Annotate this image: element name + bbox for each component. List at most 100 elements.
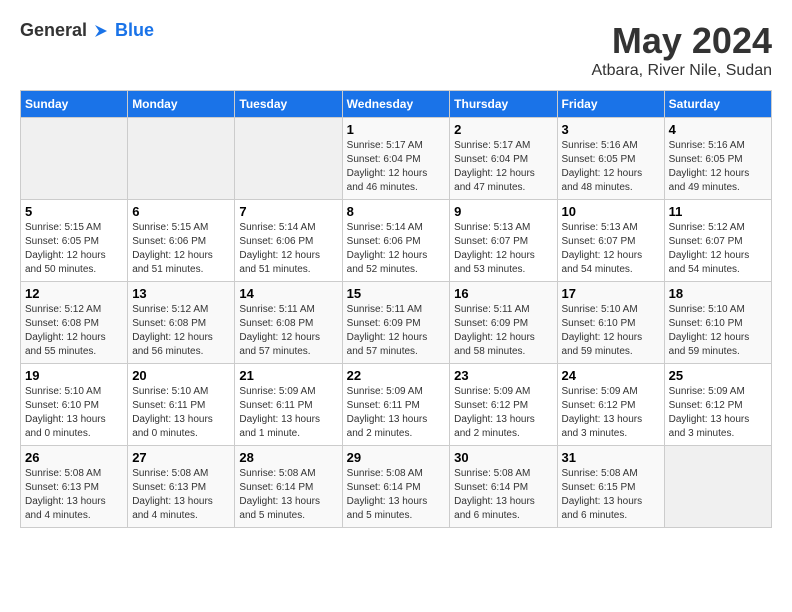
- day-info: Sunrise: 5:15 AM Sunset: 6:06 PM Dayligh…: [132, 221, 230, 277]
- table-row: 12 Sunrise: 5:12 AM Sunset: 6:08 PM Dayli…: [21, 282, 128, 364]
- table-row: 19 Sunrise: 5:10 AM Sunset: 6:10 PM Dayli…: [21, 364, 128, 446]
- day-number: 19: [25, 368, 123, 383]
- day-info: Sunrise: 5:08 AM Sunset: 6:14 PM Dayligh…: [454, 467, 552, 523]
- calendar-week-row: 5 Sunrise: 5:15 AM Sunset: 6:05 PM Daylig…: [21, 200, 772, 282]
- table-row: 6 Sunrise: 5:15 AM Sunset: 6:06 PM Daylig…: [128, 200, 235, 282]
- day-info: Sunrise: 5:17 AM Sunset: 6:04 PM Dayligh…: [347, 139, 446, 195]
- table-row: 30 Sunrise: 5:08 AM Sunset: 6:14 PM Dayli…: [450, 446, 557, 528]
- title-area: May 2024 Atbara, River Nile, Sudan: [591, 20, 772, 80]
- day-number: 27: [132, 450, 230, 465]
- day-info: Sunrise: 5:11 AM Sunset: 6:08 PM Dayligh…: [239, 303, 337, 359]
- table-row: [664, 446, 771, 528]
- day-number: 6: [132, 204, 230, 219]
- day-number: 20: [132, 368, 230, 383]
- day-info: Sunrise: 5:08 AM Sunset: 6:15 PM Dayligh…: [562, 467, 660, 523]
- day-number: 26: [25, 450, 123, 465]
- table-row: 17 Sunrise: 5:10 AM Sunset: 6:10 PM Dayli…: [557, 282, 664, 364]
- header-saturday: Saturday: [664, 91, 771, 118]
- day-number: 10: [562, 204, 660, 219]
- day-number: 28: [239, 450, 337, 465]
- table-row: 10Sunrise: 5:13 AM Sunset: 6:07 PM Dayli…: [557, 200, 664, 282]
- day-number: 24: [562, 368, 660, 383]
- table-row: 20 Sunrise: 5:10 AM Sunset: 6:11 PM Dayli…: [128, 364, 235, 446]
- calendar-week-row: 12 Sunrise: 5:12 AM Sunset: 6:08 PM Dayli…: [21, 282, 772, 364]
- table-row: 22 Sunrise: 5:09 AM Sunset: 6:11 PM Dayli…: [342, 364, 450, 446]
- day-info: Sunrise: 5:17 AM Sunset: 6:04 PM Dayligh…: [454, 139, 552, 195]
- table-row: [21, 118, 128, 200]
- table-row: 11Sunrise: 5:12 AM Sunset: 6:07 PM Dayli…: [664, 200, 771, 282]
- logo-blue-text: Blue: [115, 20, 154, 41]
- weekday-header-row: Sunday Monday Tuesday Wednesday Thursday…: [21, 91, 772, 118]
- day-info: Sunrise: 5:16 AM Sunset: 6:05 PM Dayligh…: [669, 139, 767, 195]
- day-info: Sunrise: 5:09 AM Sunset: 6:11 PM Dayligh…: [347, 385, 446, 441]
- header-friday: Friday: [557, 91, 664, 118]
- table-row: 31 Sunrise: 5:08 AM Sunset: 6:15 PM Dayli…: [557, 446, 664, 528]
- header: General Blue May 2024 Atbara, River Nile…: [20, 20, 772, 80]
- table-row: 26Sunrise: 5:08 AM Sunset: 6:13 PM Dayli…: [21, 446, 128, 528]
- table-row: 13Sunrise: 5:12 AM Sunset: 6:08 PM Dayli…: [128, 282, 235, 364]
- day-number: 12: [25, 286, 123, 301]
- day-number: 23: [454, 368, 552, 383]
- day-info: Sunrise: 5:10 AM Sunset: 6:10 PM Dayligh…: [25, 385, 123, 441]
- day-info: Sunrise: 5:12 AM Sunset: 6:08 PM Dayligh…: [132, 303, 230, 359]
- calendar-subtitle: Atbara, River Nile, Sudan: [591, 62, 772, 80]
- day-number: 22: [347, 368, 446, 383]
- header-sunday: Sunday: [21, 91, 128, 118]
- day-number: 1: [347, 122, 446, 137]
- day-info: Sunrise: 5:11 AM Sunset: 6:09 PM Dayligh…: [347, 303, 446, 359]
- table-row: 24 Sunrise: 5:09 AM Sunset: 6:12 PM Dayli…: [557, 364, 664, 446]
- table-row: 15Sunrise: 5:11 AM Sunset: 6:09 PM Dayli…: [342, 282, 450, 364]
- day-number: 17: [562, 286, 660, 301]
- day-info: Sunrise: 5:10 AM Sunset: 6:11 PM Dayligh…: [132, 385, 230, 441]
- table-row: 9Sunrise: 5:13 AM Sunset: 6:07 PM Daylig…: [450, 200, 557, 282]
- table-row: 27 Sunrise: 5:08 AM Sunset: 6:13 PM Dayli…: [128, 446, 235, 528]
- table-row: 5 Sunrise: 5:15 AM Sunset: 6:05 PM Daylig…: [21, 200, 128, 282]
- calendar-table: Sunday Monday Tuesday Wednesday Thursday…: [20, 90, 772, 528]
- table-row: 23 Sunrise: 5:09 AM Sunset: 6:12 PM Dayli…: [450, 364, 557, 446]
- calendar-week-row: 26 Sunrise: 5:08 AM Sunset: 6:13 PM Dayli…: [21, 446, 772, 528]
- table-row: 3 Sunrise: 5:16 AM Sunset: 6:05 PM Daylig…: [557, 118, 664, 200]
- table-row: 16 Sunrise: 5:11 AM Sunset: 6:09 PM Dayli…: [450, 282, 557, 364]
- day-info: Sunrise: 5:16 AM Sunset: 6:05 PM Dayligh…: [562, 139, 660, 195]
- day-info: Sunrise: 5:09 AM Sunset: 6:11 PM Dayligh…: [239, 385, 337, 441]
- day-info: Sunrise: 5:15 AM Sunset: 6:05 PM Dayligh…: [25, 221, 123, 277]
- table-row: 25Sunrise: 5:09 AM Sunset: 6:12 PM Dayli…: [664, 364, 771, 446]
- day-info: Sunrise: 5:10 AM Sunset: 6:10 PM Dayligh…: [562, 303, 660, 359]
- day-number: 8: [347, 204, 446, 219]
- header-wednesday: Wednesday: [342, 91, 450, 118]
- day-number: 7: [239, 204, 337, 219]
- day-number: 3: [562, 122, 660, 137]
- table-row: 7 Sunrise: 5:14 AM Sunset: 6:06 PM Daylig…: [235, 200, 342, 282]
- day-info: Sunrise: 5:09 AM Sunset: 6:12 PM Dayligh…: [562, 385, 660, 441]
- table-row: 18Sunrise: 5:10 AM Sunset: 6:10 PM Dayli…: [664, 282, 771, 364]
- day-info: Sunrise: 5:09 AM Sunset: 6:12 PM Dayligh…: [454, 385, 552, 441]
- day-number: 18: [669, 286, 767, 301]
- day-number: 21: [239, 368, 337, 383]
- table-row: [235, 118, 342, 200]
- day-number: 25: [669, 368, 767, 383]
- day-info: Sunrise: 5:08 AM Sunset: 6:14 PM Dayligh…: [239, 467, 337, 523]
- day-info: Sunrise: 5:14 AM Sunset: 6:06 PM Dayligh…: [239, 221, 337, 277]
- day-number: 2: [454, 122, 552, 137]
- logo: General Blue: [20, 20, 154, 41]
- table-row: [128, 118, 235, 200]
- day-info: Sunrise: 5:08 AM Sunset: 6:13 PM Dayligh…: [132, 467, 230, 523]
- header-monday: Monday: [128, 91, 235, 118]
- day-info: Sunrise: 5:11 AM Sunset: 6:09 PM Dayligh…: [454, 303, 552, 359]
- table-row: 28 Sunrise: 5:08 AM Sunset: 6:14 PM Dayli…: [235, 446, 342, 528]
- day-number: 5: [25, 204, 123, 219]
- day-info: Sunrise: 5:12 AM Sunset: 6:08 PM Dayligh…: [25, 303, 123, 359]
- header-thursday: Thursday: [450, 91, 557, 118]
- calendar-week-row: 1 Sunrise: 5:17 AM Sunset: 6:04 PM Daylig…: [21, 118, 772, 200]
- day-number: 16: [454, 286, 552, 301]
- table-row: 8Sunrise: 5:14 AM Sunset: 6:06 PM Daylig…: [342, 200, 450, 282]
- day-number: 31: [562, 450, 660, 465]
- day-number: 30: [454, 450, 552, 465]
- calendar-title: May 2024: [591, 20, 772, 62]
- day-info: Sunrise: 5:13 AM Sunset: 6:07 PM Dayligh…: [454, 221, 552, 277]
- day-number: 14: [239, 286, 337, 301]
- day-number: 29: [347, 450, 446, 465]
- calendar-week-row: 19 Sunrise: 5:10 AM Sunset: 6:10 PM Dayli…: [21, 364, 772, 446]
- logo-general-text: General: [20, 20, 87, 41]
- table-row: 1 Sunrise: 5:17 AM Sunset: 6:04 PM Daylig…: [342, 118, 450, 200]
